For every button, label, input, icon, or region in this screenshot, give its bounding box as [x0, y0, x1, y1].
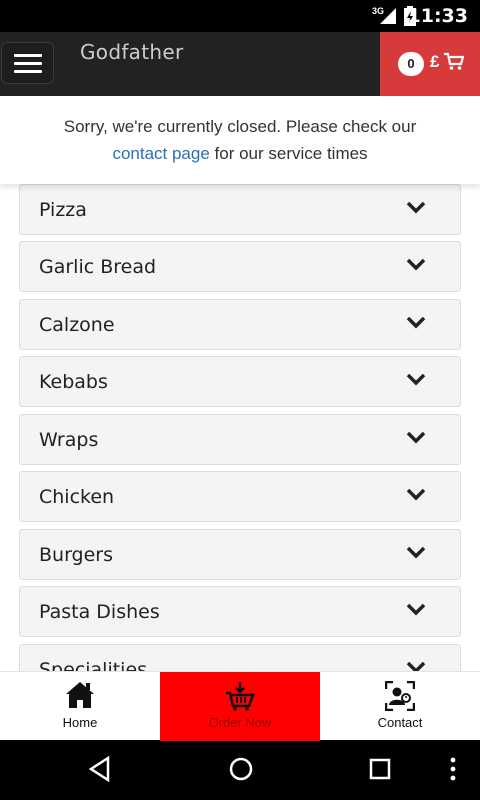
category-label: Burgers	[39, 544, 114, 566]
nav-order-now-label: Order Now	[208, 715, 272, 730]
category-burgers[interactable]: Burgers	[19, 529, 461, 580]
category-label: Pizza	[39, 199, 87, 221]
category-wraps[interactable]: Wraps	[19, 414, 461, 465]
notice-line-1: Sorry, we're currently closed. Please ch…	[63, 117, 417, 136]
basket-download-icon	[225, 681, 255, 716]
home-icon	[65, 681, 95, 714]
hamburger-icon	[14, 54, 42, 57]
back-icon[interactable]	[88, 755, 112, 787]
nav-order-now[interactable]: Order Now	[160, 672, 320, 741]
chevron-down-icon	[406, 200, 426, 219]
nav-contact-label: Contact	[377, 715, 423, 730]
signal-icon	[380, 8, 396, 29]
category-label: Kebabs	[39, 371, 108, 393]
chevron-down-icon	[406, 487, 426, 506]
status-bar: 3G 11:33	[0, 0, 480, 32]
category-label: Pasta Dishes	[39, 601, 160, 623]
recents-icon[interactable]	[369, 756, 393, 787]
clock: 11:33	[407, 5, 468, 27]
notice-line-2-text: for our service times	[209, 144, 368, 163]
contact-card-icon	[384, 680, 416, 716]
overflow-menu-icon[interactable]	[448, 756, 458, 787]
chevron-down-icon	[406, 545, 426, 564]
hamburger-icon-bar	[14, 70, 42, 73]
home-circle-icon[interactable]	[228, 756, 254, 787]
nav-contact[interactable]: Contact	[320, 672, 480, 741]
chevron-down-icon	[406, 257, 426, 276]
app-header: Godfather 0 £	[0, 32, 480, 96]
hamburger-icon-bar	[14, 62, 42, 65]
category-pizza[interactable]: Pizza	[19, 184, 461, 235]
bottom-nav: Home Order Now Contact	[0, 671, 480, 741]
chevron-down-icon	[406, 372, 426, 391]
category-label: Chicken	[39, 486, 115, 508]
contact-page-link[interactable]: contact page	[112, 144, 209, 163]
chevron-down-icon	[406, 602, 426, 621]
brand-title[interactable]: Godfather	[80, 40, 183, 64]
notice-line-2: contact page for our service times	[0, 140, 480, 167]
category-label: Garlic Bread	[39, 256, 157, 278]
category-calzone[interactable]: Calzone	[19, 299, 461, 350]
hamburger-menu-button[interactable]	[1, 42, 54, 84]
category-garlic-bread[interactable]: Garlic Bread	[19, 241, 461, 292]
nav-home-label: Home	[62, 715, 98, 730]
category-pasta-dishes[interactable]: Pasta Dishes	[19, 586, 461, 637]
chevron-down-icon	[406, 315, 426, 334]
shopping-cart-icon	[444, 52, 465, 77]
cart-currency: £	[430, 52, 440, 71]
category-kebabs[interactable]: Kebabs	[19, 356, 461, 407]
nav-home[interactable]: Home	[0, 672, 160, 741]
cart-button[interactable]: 0 £	[380, 32, 480, 96]
category-label: Wraps	[39, 429, 99, 451]
system-nav-bar	[0, 740, 480, 800]
cart-count-badge: 0	[398, 52, 424, 76]
chevron-down-icon	[406, 430, 426, 449]
category-label: Calzone	[39, 314, 115, 336]
closed-notice: Sorry, we're currently closed. Please ch…	[0, 96, 480, 184]
category-chicken[interactable]: Chicken	[19, 471, 461, 522]
